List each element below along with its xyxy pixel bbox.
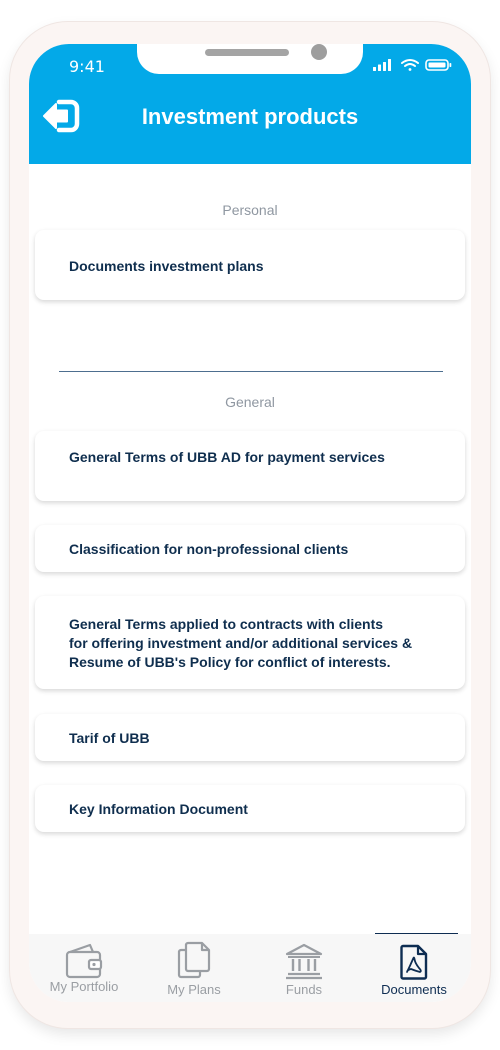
document-item-investment-plans[interactable]: Documents investment plans — [35, 230, 465, 300]
app-header: 9:41 Investment products — [29, 44, 471, 164]
pdf-file-icon — [400, 944, 428, 980]
tab-label: Funds — [285, 982, 323, 997]
document-item-label: Classification for non-professional clie… — [69, 541, 349, 557]
document-item-client-classification[interactable]: Classification for non-professional clie… — [35, 525, 465, 572]
battery-icon — [425, 59, 452, 71]
tab-label: My Portfolio — [49, 979, 119, 994]
tab-my-portfolio[interactable]: My Portfolio — [29, 934, 139, 1002]
document-item-key-information[interactable]: Key Information Document — [35, 785, 465, 832]
section-label-personal: Personal — [222, 202, 278, 218]
document-item-label: Key Information Document — [69, 801, 248, 817]
status-icons — [373, 58, 453, 72]
document-item-label: General Terms of UBB AD for payment serv… — [69, 449, 385, 465]
bottom-tab-bar: My Portfolio My Plans Funds Documents — [29, 934, 471, 1002]
front-camera — [311, 44, 327, 60]
wallet-icon — [65, 943, 103, 979]
document-item-label: Documents investment plans — [69, 258, 264, 274]
document-item-label: Tarif of UBB — [69, 730, 150, 746]
page-title: Investment products — [141, 104, 359, 129]
device-notch — [137, 44, 363, 74]
document-item-label: General Terms applied to contracts with … — [69, 616, 384, 632]
status-time: 9:41 — [69, 57, 105, 76]
tab-label: Documents — [381, 982, 447, 997]
tab-label: My Plans — [167, 982, 221, 997]
section-label-general: General — [225, 394, 275, 410]
signal-icon — [373, 59, 391, 71]
document-item-label: Resume of UBB's Policy for conflict of i… — [69, 654, 391, 670]
tab-my-plans[interactable]: My Plans — [139, 934, 249, 1002]
tab-funds[interactable]: Funds — [249, 934, 359, 1002]
tab-documents[interactable]: Documents — [359, 934, 469, 1002]
speaker-grille — [205, 49, 289, 56]
document-item-label: for offering investment and/or additiona… — [69, 635, 413, 651]
document-item-payment-services-terms[interactable]: General Terms of UBB AD for payment serv… — [35, 431, 465, 501]
section-divider — [59, 371, 443, 372]
app-screen: 9:41 Investment products Personal Docume… — [29, 44, 471, 1002]
documents-icon — [177, 941, 211, 979]
document-item-tarif[interactable]: Tarif of UBB — [35, 714, 465, 761]
wifi-icon — [401, 59, 419, 71]
bank-icon — [285, 943, 323, 980]
document-item-general-terms-contracts[interactable]: General Terms applied to contracts with … — [35, 596, 465, 689]
